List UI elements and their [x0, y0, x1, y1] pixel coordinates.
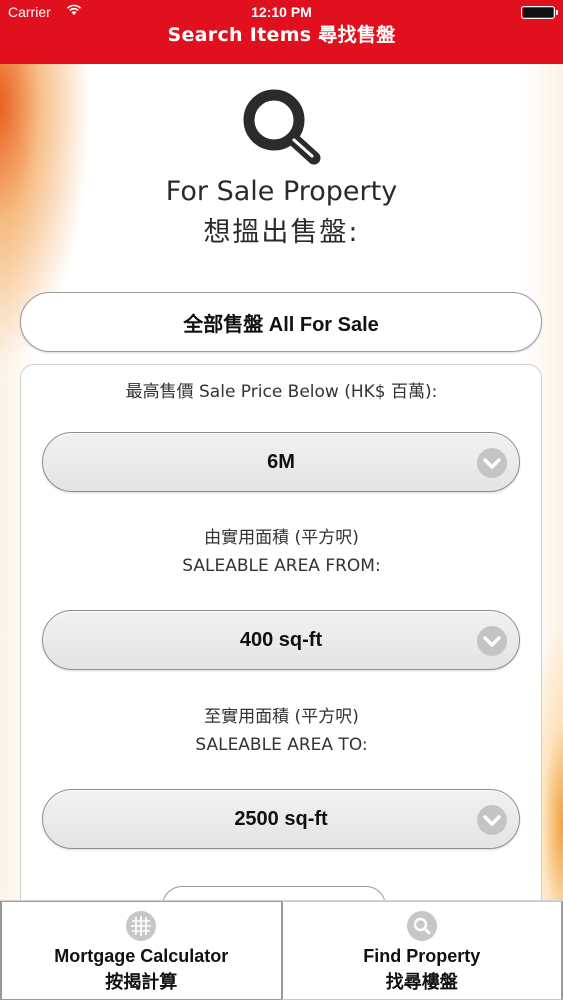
area-from-select[interactable]: 400 sq-ft [42, 610, 520, 670]
area-to-label-zh: 至實用面積 (平方呎) [204, 707, 359, 727]
tab-bar: Mortgage Calculator 按揭計算 Find Property 找… [0, 900, 563, 1000]
area-from-value: 400 sq-ft [239, 628, 323, 651]
tab-label-zh: 找尋樓盤 [385, 972, 458, 993]
battery-icon [521, 6, 558, 19]
area-to-value: 2500 sq-ft [234, 807, 328, 830]
chevron-down-icon [477, 805, 507, 835]
all-for-sale-button[interactable]: 全部售盤 All For Sale [20, 292, 542, 352]
search-icon [406, 911, 437, 941]
tab-label-zh: 按揭計算 [105, 972, 178, 993]
area-to-label-en: SALEABLE AREA TO: [195, 735, 368, 755]
area-from-label-zh: 由實用面積 (平方呎) [204, 528, 359, 548]
status-time: 12:10 PM [251, 4, 312, 20]
chevron-down-icon [477, 626, 507, 656]
price-label: 最高售價 Sale Price Below (HK$ 百萬): [125, 382, 438, 402]
price-value: 6M [267, 450, 295, 473]
chevron-down-icon [477, 448, 507, 478]
page-title-en: For Sale Property [165, 176, 398, 207]
tab-mortgage-calculator[interactable]: Mortgage Calculator 按揭計算 [0, 901, 281, 1000]
price-select[interactable]: 6M [42, 432, 520, 492]
top-bar: Carrier 12:10 PM Search Items 尋找售盤 [0, 0, 563, 64]
area-to-select[interactable]: 2500 sq-ft [42, 789, 520, 849]
grid-calculator-icon [126, 911, 157, 941]
page-title-zh: 想搵出售盤: [203, 217, 360, 248]
tab-find-property[interactable]: Find Property 找尋樓盤 [280, 901, 563, 1000]
tab-label-en: Mortgage Calculator [54, 946, 229, 966]
status-bar: Carrier 12:10 PM [0, 0, 563, 22]
nav-title: Search Items 尋找售盤 [167, 24, 396, 46]
all-for-sale-label: 全部售盤 All For Sale [183, 313, 379, 336]
area-from-label-en: SALEABLE AREA FROM: [182, 556, 381, 576]
search-icon [243, 89, 321, 165]
tab-label-en: Find Property [363, 946, 481, 966]
